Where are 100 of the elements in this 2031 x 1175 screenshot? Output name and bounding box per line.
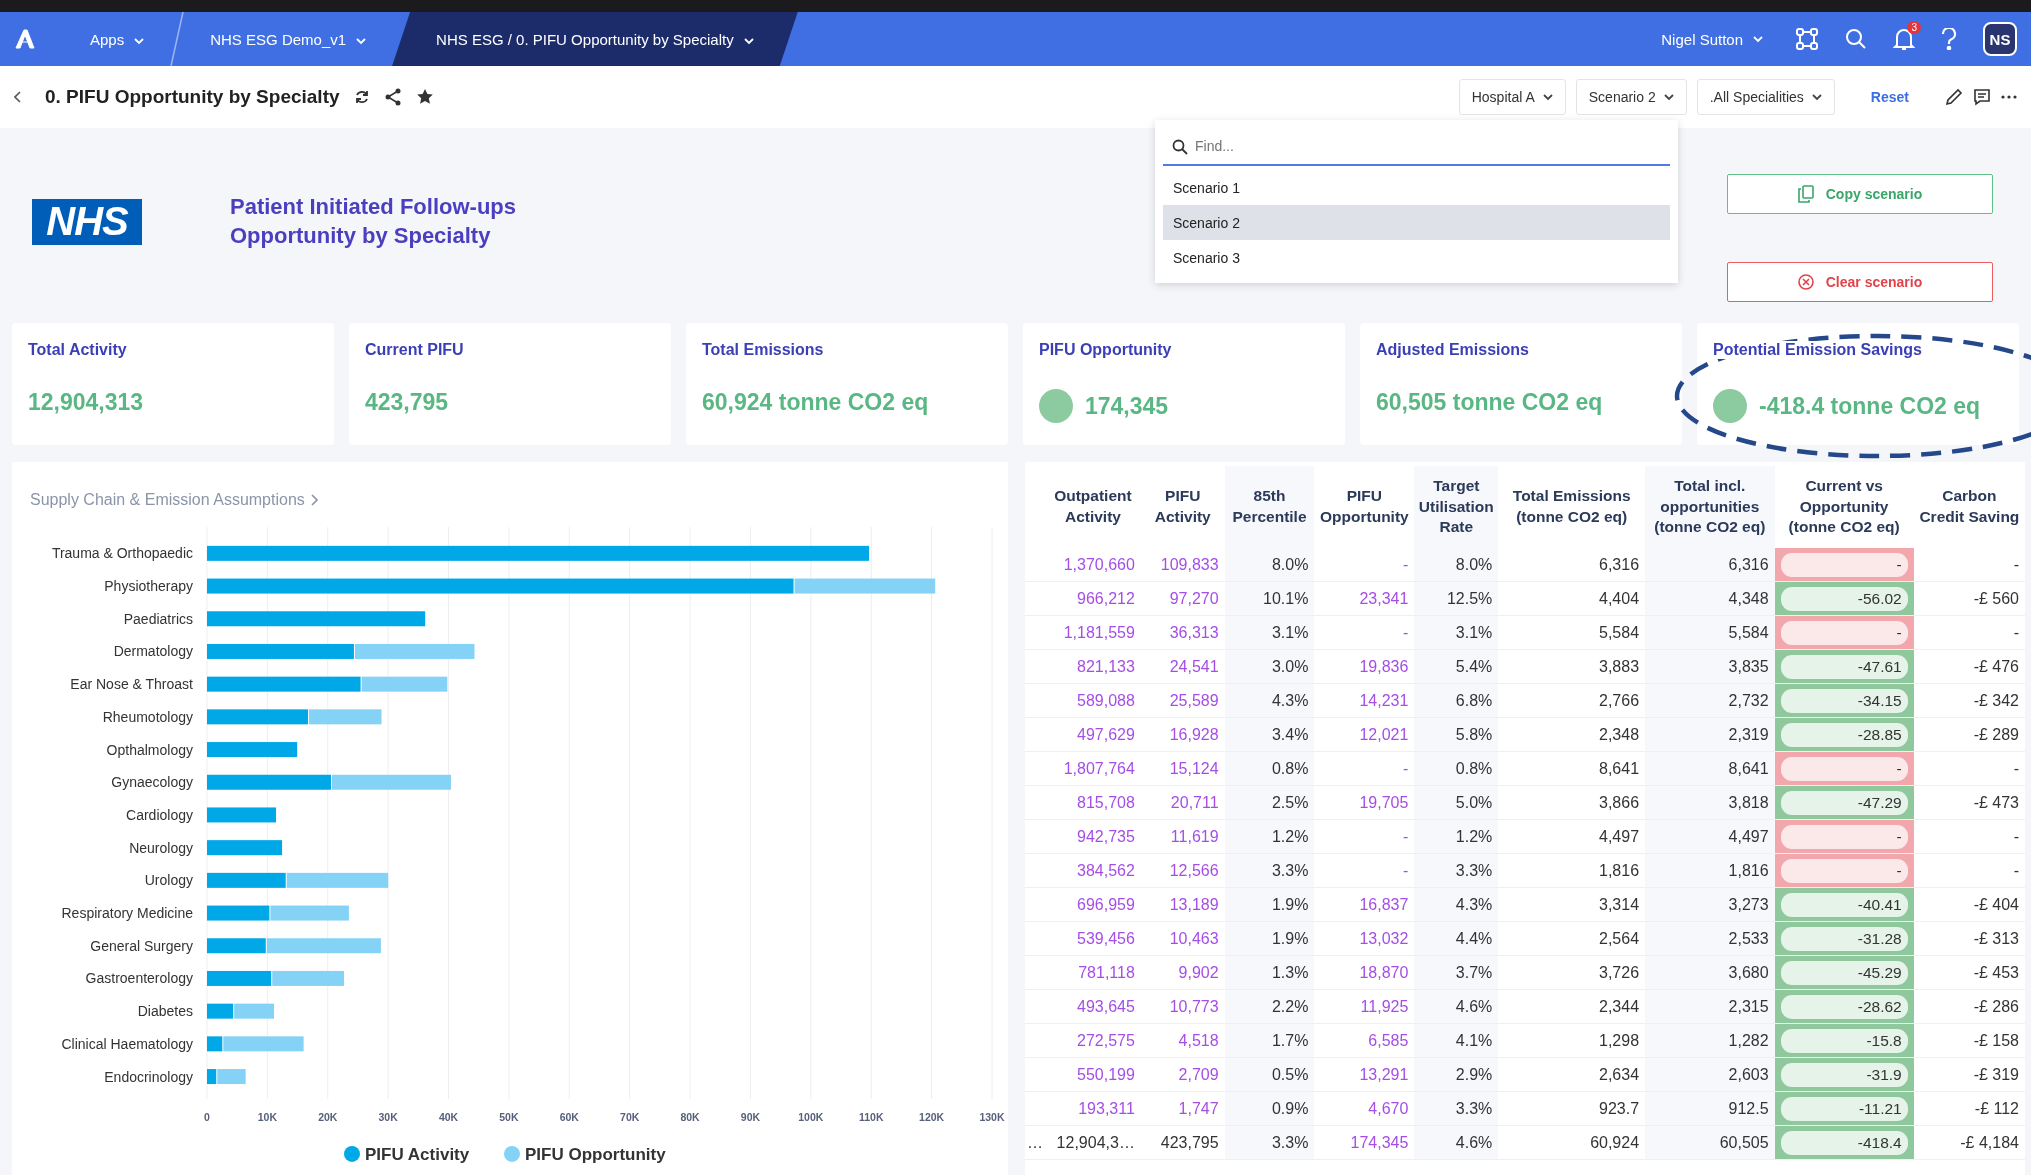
chevron-down-icon <box>1811 93 1822 101</box>
table-cell: 3.3% <box>1414 853 1499 888</box>
comment-icon[interactable] <box>1973 88 1991 106</box>
table-cell: -45.29 <box>1780 960 1908 985</box>
divider-line <box>170 12 185 66</box>
pencil-icon[interactable] <box>1945 88 1963 106</box>
tick-label: 120K <box>919 1110 945 1123</box>
table-cell: 4.3% <box>1414 887 1499 922</box>
table-cell: 5,584 <box>1645 615 1775 650</box>
share-icon[interactable] <box>383 88 402 106</box>
dashboard-title: 0. PIFU Opportunity by Specialty <box>45 86 340 108</box>
table-cell: 4.1% <box>1414 1023 1499 1058</box>
table-cell: 2,319 <box>1645 717 1775 752</box>
table-cell: 20,711 <box>1140 785 1225 820</box>
kpi-title: Adjusted Emissions <box>1376 341 1529 359</box>
table-cell: 3.3% <box>1224 1125 1315 1160</box>
tick-label: 130K <box>979 1110 1005 1123</box>
table-cell: - <box>1780 858 1908 883</box>
category-label: Ear Nose & Throast <box>70 676 193 693</box>
logo-icon[interactable] <box>14 29 36 49</box>
table-cell: 2,732 <box>1645 683 1775 718</box>
table-cell: 0.5% <box>1224 1057 1315 1092</box>
table-cell: 1,807,764 <box>1045 751 1141 786</box>
tick-label: 100K <box>798 1110 824 1123</box>
table-cell: 13,189 <box>1140 887 1225 922</box>
chevron-down-icon <box>1542 93 1553 101</box>
tick-label: 70K <box>620 1110 640 1123</box>
star-icon[interactable] <box>415 88 434 106</box>
table-cell: -£ 4,184 <box>1913 1125 2025 1160</box>
reset-button[interactable]: Reset <box>1864 88 1915 106</box>
tick-label: 10K <box>257 1110 277 1123</box>
table-cell: 15,124 <box>1140 751 1225 786</box>
table-cell: -28.62 <box>1780 994 1908 1019</box>
category-label: Physiotherapy <box>104 578 193 595</box>
filter-dropdown[interactable]: Hospital A <box>1458 79 1566 115</box>
table-cell: -40.41 <box>1780 892 1908 917</box>
menu-option[interactable]: Scenario 3 <box>1163 240 1670 275</box>
menu-option[interactable]: Scenario 1 <box>1163 170 1670 205</box>
bar <box>207 970 272 986</box>
clear-icon <box>1797 274 1814 290</box>
filter-dropdown[interactable]: Scenario 2 <box>1575 79 1687 115</box>
scenario-button[interactable]: Clear scenario <box>1727 262 1993 302</box>
table-cell: 815,708 <box>1045 785 1141 820</box>
table-cell: 4.4% <box>1414 921 1499 956</box>
filter-dropdown[interactable]: .All Specialities <box>1696 79 1835 115</box>
table-cell: -£ 476 <box>1913 649 2025 684</box>
chevron-right-icon[interactable] <box>310 494 318 506</box>
kpi-value: 174,345 <box>1085 392 1169 420</box>
find-field[interactable]: Find... <box>1163 128 1670 166</box>
table-cell: 11,619 <box>1140 819 1225 854</box>
table-cell: 2.9% <box>1414 1057 1499 1092</box>
refresh-icon[interactable] <box>353 89 370 105</box>
table-cell: -31.28 <box>1780 926 1908 951</box>
table-cell: 3,680 <box>1645 955 1775 990</box>
tick-label: 90K <box>740 1110 761 1123</box>
category-label: Clinical Haematology <box>61 1035 193 1052</box>
category-label: Neurology <box>129 839 193 856</box>
menu-option[interactable]: Scenario 2 <box>1163 205 1670 240</box>
table-cell: 6.8% <box>1414 683 1499 718</box>
table-cell: 4.3% <box>1224 683 1315 718</box>
category-label: Cardiology <box>126 806 193 823</box>
column-header: Carbon Credit Saving <box>1913 466 2025 548</box>
breadcrumb-tab[interactable]: Apps <box>64 12 171 66</box>
table-cell: 589,088 <box>1045 683 1141 718</box>
table-cell: 942,735 <box>1045 819 1141 854</box>
category-label: Rheumotology <box>102 708 193 725</box>
breadcrumb-tab[interactable]: NHS ESG / 0. PIFU Opportunity by Specialty <box>392 12 798 66</box>
breadcrumb-tab[interactable]: NHS ESG Demo_v1 <box>184 12 393 66</box>
tick-label: 40K <box>438 1110 459 1123</box>
table-cell: 5.8% <box>1414 717 1499 752</box>
table-cell: 497,629 <box>1045 717 1141 752</box>
user-avatar[interactable]: NS <box>1983 22 2017 56</box>
bar <box>207 807 277 823</box>
table-cell: 8,641 <box>1645 751 1775 786</box>
table-cell: 60,505 <box>1645 1125 1775 1160</box>
table-cell: 1,181,559 <box>1045 615 1141 650</box>
table-cell: -£ 342 <box>1913 683 2025 718</box>
table-cell: 3.0% <box>1224 649 1315 684</box>
table-cell: - <box>1780 824 1908 849</box>
table-cell: -£ 404 <box>1913 887 2025 922</box>
back-icon[interactable] <box>14 91 21 103</box>
table-cell: 97,270 <box>1140 581 1225 616</box>
table-cell: 3,818 <box>1645 785 1775 820</box>
tick-label: 60K <box>559 1110 579 1123</box>
user-menu[interactable]: Nigel Sutton <box>1655 29 1769 49</box>
table-cell: -56.02 <box>1780 586 1908 611</box>
table-cell: 2.5% <box>1224 785 1315 820</box>
category-label: Urology <box>144 872 193 889</box>
more-icon[interactable] <box>2001 95 2017 99</box>
help-icon[interactable] <box>1941 28 1957 50</box>
kpi-value: 60,505 tonne CO2 eq <box>1376 389 1603 416</box>
tick-label: 0 <box>204 1110 210 1123</box>
table-cell: … <box>1027 1133 1043 1151</box>
table-cell: 696,959 <box>1045 887 1141 922</box>
table-cell: 781,118 <box>1045 955 1141 990</box>
search-icon[interactable] <box>1845 28 1867 50</box>
table-cell: 12,566 <box>1140 853 1225 888</box>
tick-label: 110K <box>858 1110 884 1123</box>
tick-label: 50K <box>499 1110 519 1123</box>
apps-icon[interactable] <box>1795 27 1819 51</box>
